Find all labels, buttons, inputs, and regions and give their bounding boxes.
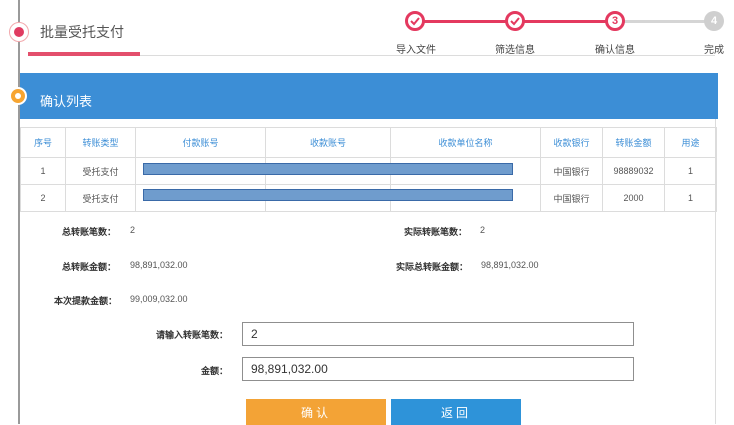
redacted-bar [143, 189, 513, 201]
confirm-button[interactable]: 确认 [246, 399, 386, 425]
cell-no: 1 [20, 157, 66, 185]
step-4-number: 4 [704, 11, 724, 31]
table-header-row: 序号 转账类型 付款账号 收款账号 收款单位名称 收款银行 转账金额 用途 [20, 127, 717, 158]
cell-no: 2 [20, 184, 66, 212]
redacted-bar [143, 163, 513, 175]
col-header-payer-account: 付款账号 [135, 127, 266, 158]
amount-input-label: 金额： [200, 366, 228, 376]
withdraw-amount-value: 99,009,032.00 [130, 294, 188, 304]
col-header-payee-name: 收款单位名称 [390, 127, 541, 158]
step-1-label: 导入文件 [396, 45, 436, 56]
section-header [20, 73, 718, 119]
total-amount-label: 总转账金额： [62, 262, 117, 272]
step-4-label: 完成 [704, 45, 724, 56]
cell-purpose: 1 [664, 157, 717, 185]
step-1-check-icon [405, 11, 425, 31]
cell-amount: 2000 [602, 184, 665, 212]
actual-count-label: 实际转账笔数： [404, 227, 468, 237]
step-connector [515, 20, 615, 23]
cell-purpose: 1 [664, 184, 717, 212]
page-title: 批量受托支付 [40, 24, 124, 40]
step-connector [415, 20, 515, 23]
back-button[interactable]: 返回 [391, 399, 521, 425]
step-2-label: 筛选信息 [495, 45, 535, 56]
title-underline [28, 52, 140, 56]
col-header-payee-account: 收款账号 [265, 127, 391, 158]
step-2-check-icon [505, 11, 525, 31]
transfer-count-input[interactable] [242, 322, 634, 346]
step-3-label: 确认信息 [595, 45, 635, 56]
section-title: 确认列表 [40, 94, 93, 109]
col-header-amount: 转账金额 [602, 127, 665, 158]
amount-input[interactable] [242, 357, 634, 381]
cell-type: 受托支付 [65, 157, 136, 185]
timeline-line [18, 0, 20, 424]
withdraw-amount-label: 本次提款金额： [54, 296, 118, 306]
page-marker-icon [9, 22, 29, 42]
actual-count-value: 2 [480, 225, 486, 235]
section-marker-icon [9, 87, 27, 105]
cell-bank: 中国银行 [540, 157, 603, 185]
panel-border [715, 119, 716, 424]
step-3-number: 3 [605, 11, 625, 31]
cell-bank: 中国银行 [540, 184, 603, 212]
total-count-label: 总转账笔数： [62, 227, 117, 237]
cell-amount: 98889032 [602, 157, 665, 185]
actual-amount-label: 实际总转账金额： [396, 262, 469, 272]
step-connector [615, 20, 713, 23]
col-header-no: 序号 [20, 127, 66, 158]
col-header-type: 转账类型 [65, 127, 136, 158]
actual-amount-value: 98,891,032.00 [481, 260, 539, 270]
cell-type: 受托支付 [65, 184, 136, 212]
total-amount-value: 98,891,032.00 [130, 260, 188, 270]
count-input-label: 请输入转账笔数： [155, 330, 228, 340]
col-header-bank: 收款银行 [540, 127, 603, 158]
col-header-purpose: 用途 [664, 127, 717, 158]
total-count-value: 2 [130, 225, 136, 235]
